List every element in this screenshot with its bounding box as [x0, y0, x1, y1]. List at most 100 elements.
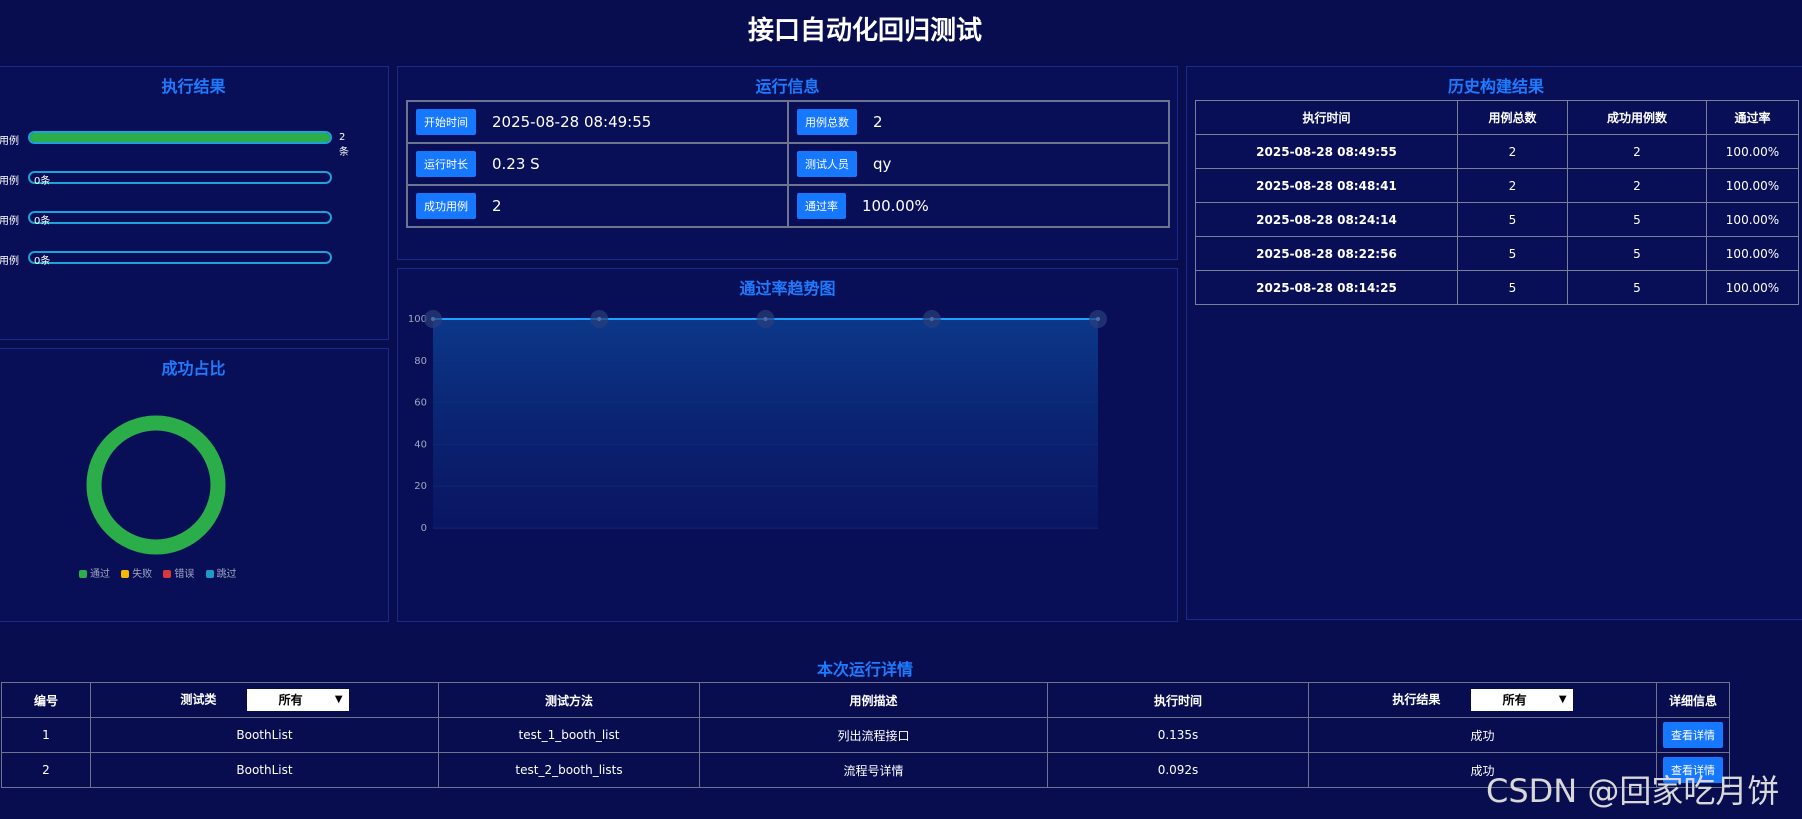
- details-col-desc: 用例描述: [699, 682, 1048, 718]
- history-col-total: 用例总数: [1457, 100, 1568, 135]
- history-total: 5: [1457, 270, 1568, 305]
- info-label-tag: 用例总数: [797, 109, 857, 135]
- y-tick-label: 60: [414, 398, 427, 409]
- history-success: 5: [1567, 270, 1707, 305]
- details-desc: 流程号详情: [699, 752, 1048, 788]
- data-point[interactable]: [597, 317, 602, 321]
- history-time: 2025-08-28 08:49:55: [1195, 134, 1458, 169]
- info-cell: 成功用例 2: [406, 184, 789, 228]
- info-value: 100.00%: [862, 197, 929, 215]
- details-table: 编号 测试类 所有 ▼ 测试方法 用例描述 执行时间 执行结果 所有 ▼ 详细信息 …: [1, 682, 1730, 788]
- history-row[interactable]: 2025-08-28 08:24:14 5 5 100.00%: [1195, 202, 1799, 237]
- history-total: 2: [1457, 134, 1568, 169]
- run-info-table: 开始时间 2025-08-28 08:49:55 用例总数 2 运行时长 0.23 S…: [406, 100, 1170, 228]
- legend-label: 失败: [132, 569, 153, 580]
- info-label-tag: 运行时长: [416, 151, 476, 177]
- history-rate: 100.00%: [1706, 270, 1799, 305]
- history-rate: 100.00%: [1706, 202, 1799, 237]
- legend-item[interactable]: 错误: [163, 569, 194, 580]
- history-rate: 100.00%: [1706, 236, 1799, 271]
- exec-bar-fill: [30, 133, 330, 142]
- trend-area: [433, 319, 1098, 528]
- run-info-panel: 运行信息 开始时间 2025-08-28 08:49:55 用例总数 2 运行时长 0…: [397, 66, 1178, 260]
- run-info-title: 运行信息: [755, 77, 820, 96]
- details-time: 0.092s: [1047, 752, 1309, 788]
- details-col-class: 测试类 所有 ▼: [90, 682, 439, 718]
- success-ratio-panel: 成功占比 通过 失败 错误 跳过: [0, 348, 389, 622]
- watermark: CSDN @回家吃月饼: [1486, 772, 1780, 810]
- info-value: 2: [873, 113, 883, 131]
- info-cell: 运行时长 0.23 S: [406, 142, 789, 186]
- history-rate: 100.00%: [1706, 168, 1799, 203]
- legend-label: 跳过: [216, 569, 237, 580]
- data-point[interactable]: [929, 317, 934, 321]
- view-details-button[interactable]: 查看详情: [1663, 722, 1723, 748]
- success-donut-chart: [86, 415, 226, 555]
- history-panel: 历史构建结果 执行时间 用例总数 成功用例数 通过率 2025-08-28 08…: [1186, 66, 1802, 620]
- legend-item[interactable]: 跳过: [205, 569, 237, 580]
- history-success: 2: [1567, 168, 1707, 203]
- success-ratio-title: 成功占比: [161, 359, 226, 378]
- details-method: test_2_booth_lists: [438, 752, 700, 788]
- history-success: 5: [1567, 236, 1707, 271]
- exec-bar-track: [28, 131, 332, 144]
- class-filter-value: 所有: [278, 693, 303, 707]
- details-col-result-label: 执行结果: [1392, 692, 1441, 707]
- y-tick-label: 0: [421, 523, 427, 534]
- info-label-tag: 成功用例: [416, 193, 476, 219]
- exec-bar-track: 0条: [28, 251, 332, 267]
- legend-item[interactable]: 通过: [79, 569, 110, 580]
- details-col-method-label: 测试方法: [544, 693, 593, 708]
- exec-bar-label: 用例: [0, 216, 19, 227]
- info-value: 2: [492, 197, 502, 215]
- data-point[interactable]: [431, 317, 435, 321]
- donut-legend: 通过 失败 错误 跳过: [79, 565, 245, 580]
- history-row[interactable]: 2025-08-28 08:14:25 5 5 100.00%: [1195, 270, 1799, 305]
- info-cell: 用例总数 2: [787, 100, 1170, 144]
- trend-chart: 020406080100: [408, 310, 1107, 534]
- history-total: 2: [1457, 168, 1568, 203]
- exec-bar-count: 0条: [34, 216, 51, 227]
- history-title: 历史构建结果: [1447, 77, 1544, 96]
- info-value: 0.23 S: [492, 155, 540, 173]
- legend-swatch: [121, 570, 130, 578]
- details-col-id: 编号: [1, 682, 91, 718]
- details-col-info-label: 详细信息: [1668, 693, 1717, 708]
- trend-title: 通过率趋势图: [739, 279, 836, 298]
- chevron-down-icon: ▼: [1558, 694, 1567, 705]
- class-filter-select[interactable]: 所有 ▼: [246, 689, 349, 711]
- history-col-success: 成功用例数: [1567, 100, 1707, 135]
- history-row[interactable]: 2025-08-28 08:22:56 5 5 100.00%: [1195, 236, 1799, 271]
- exec-bar-track: 0条: [28, 211, 332, 227]
- details-col-time-label: 执行时间: [1153, 693, 1202, 708]
- details-id: 2: [1, 752, 91, 788]
- info-cell: 测试人员 qy: [787, 142, 1170, 186]
- exec-bar-label: 用例: [0, 176, 19, 187]
- history-row[interactable]: 2025-08-28 08:48:41 2 2 100.00%: [1195, 168, 1799, 203]
- y-tick-label: 80: [414, 356, 427, 367]
- details-row: 1 BoothList test_1_booth_list 列出流程接口 0.1…: [1, 717, 1730, 753]
- result-filter-value: 所有: [1502, 693, 1527, 707]
- legend-swatch: [79, 570, 87, 578]
- history-row[interactable]: 2025-08-28 08:49:55 2 2 100.00%: [1195, 134, 1799, 169]
- info-label-tag: 通过率: [797, 193, 846, 219]
- exec-bar-label: 用例: [0, 256, 19, 267]
- details-col-desc-label: 用例描述: [849, 693, 898, 708]
- legend-swatch: [205, 570, 214, 578]
- legend-item[interactable]: 失败: [121, 569, 152, 580]
- result-filter-select[interactable]: 所有 ▼: [1470, 689, 1573, 711]
- details-info: 查看详情: [1656, 717, 1730, 753]
- history-success: 5: [1567, 202, 1707, 237]
- history-success: 2: [1567, 134, 1707, 169]
- details-col-info: 详细信息: [1656, 682, 1730, 718]
- details-method: test_1_booth_list: [438, 717, 700, 753]
- details-id: 1: [1, 717, 91, 753]
- data-point[interactable]: [763, 317, 768, 321]
- data-point[interactable]: [1096, 317, 1100, 321]
- history-total: 5: [1457, 236, 1568, 271]
- details-class: BoothList: [90, 752, 439, 788]
- exec-bar-track: 0条: [28, 171, 332, 187]
- page-title: 接口自动化回归测试: [747, 16, 982, 46]
- donut-pass-arc: [86, 415, 226, 555]
- details-col-class-label: 测试类: [180, 692, 217, 707]
